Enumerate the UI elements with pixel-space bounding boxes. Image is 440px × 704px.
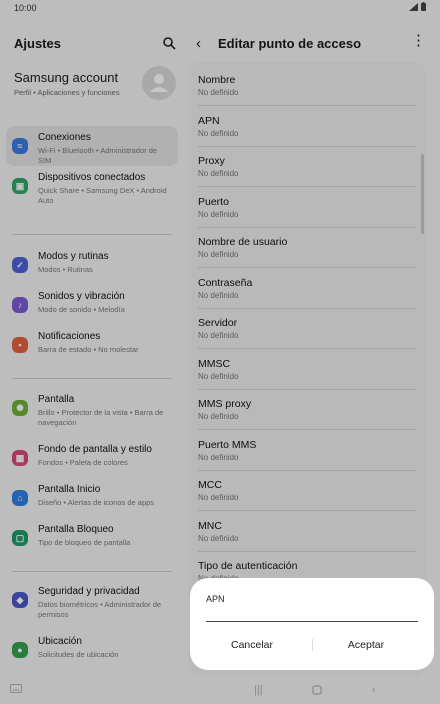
- apn-input[interactable]: [206, 606, 418, 622]
- button-separator: [312, 639, 313, 651]
- ok-button[interactable]: Aceptar: [316, 636, 416, 654]
- home-button-icon[interactable]: [312, 685, 322, 695]
- keyboard-icon[interactable]: [10, 684, 22, 695]
- back-icon[interactable]: ‹: [372, 684, 376, 696]
- cancel-button[interactable]: Cancelar: [202, 636, 302, 654]
- apn-dialog: APN Cancelar Aceptar: [190, 578, 434, 670]
- recents-icon[interactable]: |||: [254, 684, 263, 696]
- navigation-bar: ||| ‹: [0, 680, 440, 704]
- dialog-label: APN: [206, 594, 225, 604]
